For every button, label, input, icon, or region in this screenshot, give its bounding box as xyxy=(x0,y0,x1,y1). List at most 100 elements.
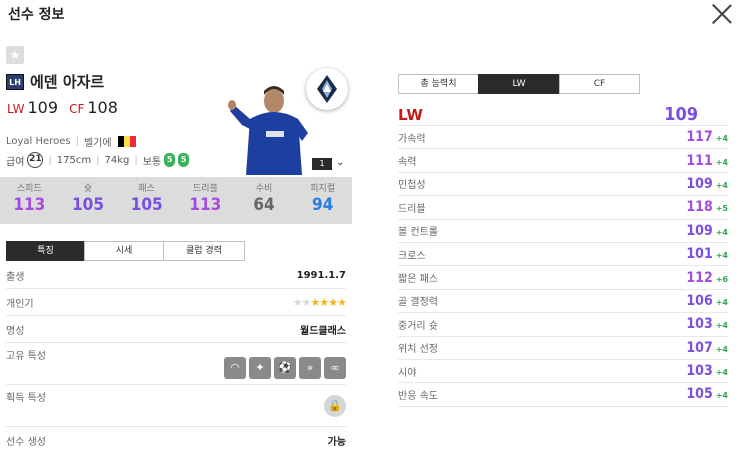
stat-value: 64 xyxy=(253,195,275,215)
attribute-value: 118 xyxy=(686,199,713,216)
chevron-down-icon[interactable]: ⌄ xyxy=(336,157,344,168)
info-row-skill-moves: 개인기 ★★★★★★ xyxy=(6,289,347,316)
tab-market-price[interactable]: 시세 xyxy=(84,241,164,261)
finesse-shot-icon[interactable]: ◠ xyxy=(224,357,246,379)
attribute-value: 109 xyxy=(686,175,713,192)
attribute-label: 짧은 패스 xyxy=(398,274,438,286)
attribute-value-group: 103 +4 xyxy=(686,363,728,379)
star-icon: ★ xyxy=(301,295,312,309)
tab-club-career[interactable]: 클럽 경력 xyxy=(163,241,245,261)
attribute-list: LW 109 가속력 117 +4 속력 111 +4 민첩성 109 +4 드리블 118 +5 볼 … xyxy=(398,104,728,407)
bio-row: 급여 21 | 175cm | 74kg | 보통 5 5 xyxy=(6,152,190,168)
ovr-position: LW xyxy=(7,102,25,116)
attribute-row: 드리블 118 +5 xyxy=(398,196,728,220)
stat-label: 스피드 xyxy=(16,184,42,194)
player-name: 에덴 아자르 xyxy=(30,73,105,91)
ovr-value: 109 xyxy=(27,98,58,117)
nation-name: 벨기에 xyxy=(83,138,112,149)
attribute-value: 112 xyxy=(686,269,713,286)
attribute-value-group: 109 +4 xyxy=(686,223,728,239)
height: 175cm xyxy=(56,154,92,166)
divider: | xyxy=(134,154,138,166)
skill-move-stars: ★★★★★★ xyxy=(292,295,347,309)
stat-pace: 스피드 113 xyxy=(0,177,59,224)
season-nation-row: Loyal Heroes | 벨기에 xyxy=(6,134,136,149)
season-badge: LH xyxy=(6,74,24,90)
attribute-label: 민첩성 xyxy=(398,180,426,192)
attribute-row: 중거리 슛 103 +4 xyxy=(398,313,728,337)
stat-label: 피지컬 xyxy=(310,184,336,194)
attribute-row: 가속력 117 +4 xyxy=(398,126,728,150)
club-crest-icon xyxy=(306,68,348,110)
attribute-value-group: 112 +6 xyxy=(686,270,728,286)
info-row-reputation: 명성 월드클래스 xyxy=(6,316,346,343)
attribute-value-group: 111 +4 xyxy=(686,153,728,169)
attribute-label: 크로스 xyxy=(398,250,426,262)
dribbler-icon[interactable]: ⚽ xyxy=(274,357,296,379)
attribute-value: 103 xyxy=(686,316,713,333)
attribute-row: 볼 컨트롤 109 +4 xyxy=(398,220,728,243)
window-title: 선수 정보 xyxy=(8,7,65,23)
salary-badge: 21 xyxy=(27,152,44,168)
tab-traits[interactable]: 특징 xyxy=(6,241,85,261)
season-name: Loyal Heroes xyxy=(6,136,71,147)
attribute-label: 위치 선정 xyxy=(398,344,438,356)
attribute-value-group: 105 +4 xyxy=(686,386,728,402)
star-icon: ★ xyxy=(292,295,303,309)
close-icon[interactable] xyxy=(711,2,733,24)
trait-icons: ◠ ✦ ⚽ » ∞ xyxy=(224,357,346,379)
body-type: 보통 xyxy=(142,156,162,168)
attribute-row: 민첩성 109 +4 xyxy=(398,173,728,197)
attribute-label: 골 결정력 xyxy=(398,297,438,309)
attribute-row: 크로스 101 +4 xyxy=(398,243,728,267)
divider: | xyxy=(96,154,100,166)
stat-shooting: 슛 105 xyxy=(59,177,118,224)
attribute-value: 109 xyxy=(686,222,713,239)
info-row-birth: 출생 1991.1.7 xyxy=(6,262,346,289)
attribute-row: 시야 103 +4 xyxy=(398,360,728,384)
speed-dribbler-icon[interactable]: » xyxy=(299,357,321,379)
info-label: 획득 특성 xyxy=(6,393,46,404)
attribute-bonus: +6 xyxy=(715,274,728,284)
info-label: 선수 생성 xyxy=(6,436,46,448)
position-rating-row: LW 109 xyxy=(398,104,728,126)
attribute-label: 반응 속도 xyxy=(398,390,438,402)
attribute-value: 101 xyxy=(686,246,713,263)
left-foot-icon: 5 xyxy=(164,153,176,167)
ovr-position: CF xyxy=(69,102,85,116)
attribute-value: 105 xyxy=(686,386,713,403)
info-label: 명성 xyxy=(6,325,25,337)
attribute-bonus: +5 xyxy=(715,204,728,214)
flair-icon[interactable]: ✦ xyxy=(249,357,271,379)
stat-passing: 패스 105 xyxy=(117,177,176,224)
attribute-value-group: 117 +4 xyxy=(686,129,728,145)
stat-label: 수비 xyxy=(255,184,273,194)
salary-label: 급여 xyxy=(6,156,25,168)
attribute-value: 117 xyxy=(686,129,713,146)
attribute-row: 짧은 패스 112 +6 xyxy=(398,266,728,290)
attribute-bonus: +4 xyxy=(715,391,728,401)
technical-dribbler-icon[interactable]: ∞ xyxy=(324,357,346,379)
favorite-star-icon[interactable]: ★ xyxy=(6,46,24,64)
birth-date: 1991.1.7 xyxy=(296,269,346,281)
stat-label: 슛 xyxy=(83,184,93,194)
tab-cf[interactable]: CF xyxy=(559,74,640,94)
attribute-bonus: +4 xyxy=(715,134,728,144)
attribute-value-group: 118 +5 xyxy=(686,199,728,215)
right-foot-icon: 5 xyxy=(178,153,190,167)
attribute-row: 반응 속도 105 +4 xyxy=(398,383,728,407)
main-stats-bar: 스피드 113 슛 105 패스 105 드리블 113 수비 64 피지컬 9… xyxy=(0,177,352,224)
stat-value: 113 xyxy=(189,195,222,215)
stat-label: 패스 xyxy=(138,184,155,194)
attribute-bonus: +4 xyxy=(715,297,728,307)
tab-total-stats[interactable]: 총 능력치 xyxy=(398,74,479,94)
tab-lw[interactable]: LW xyxy=(478,74,560,94)
attribute-label: 시야 xyxy=(398,367,417,379)
attribute-value: 107 xyxy=(686,339,713,356)
attribute-bonus: +4 xyxy=(715,321,728,331)
enhance-level-badge[interactable]: 1 xyxy=(312,158,332,170)
attribute-value: 106 xyxy=(686,292,713,309)
attribute-label: 볼 컨트롤 xyxy=(398,227,438,239)
flag-stripe xyxy=(129,136,136,147)
info-row-training: 선수 생성 가능 xyxy=(6,427,346,451)
